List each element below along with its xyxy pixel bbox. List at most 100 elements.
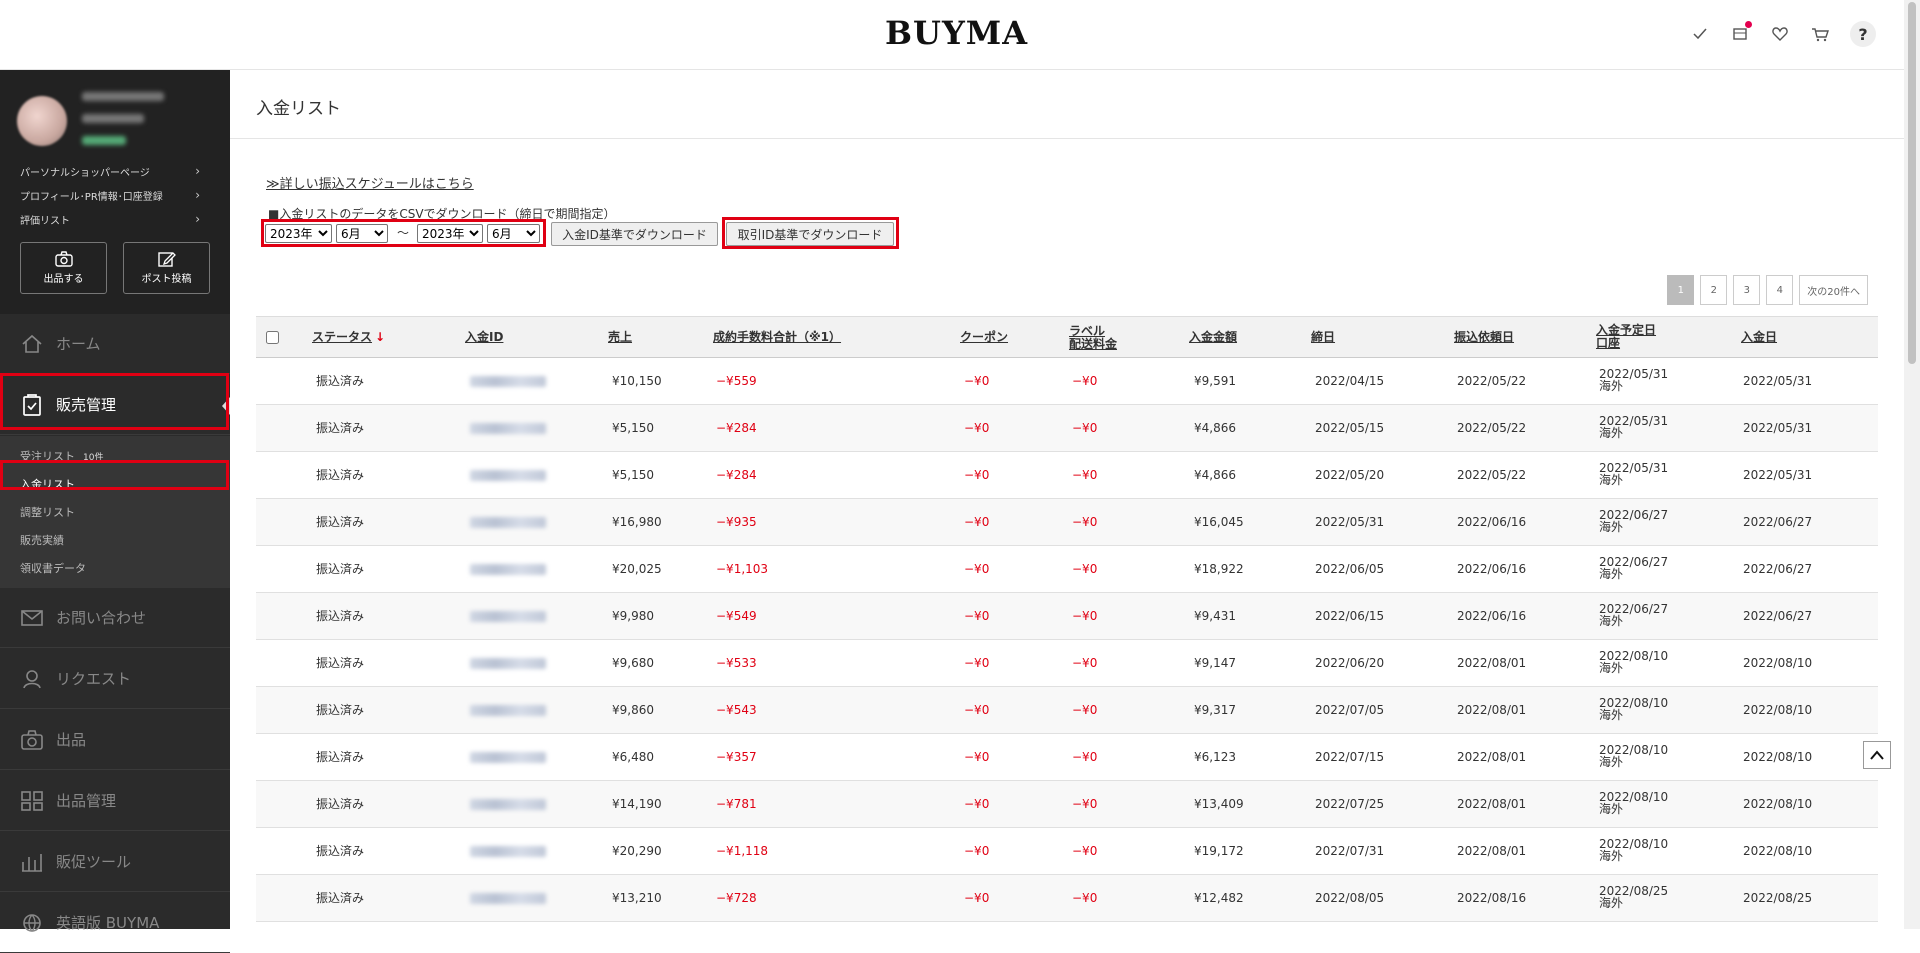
table-row[interactable]: 振込済み ¥13,210 −¥728 −¥0 −¥0 ¥12,482 2022/08/05 2… [256, 875, 1878, 922]
cell-closing-date: 2022/05/31 [1315, 515, 1385, 529]
scroll-to-top-button[interactable] [1863, 741, 1891, 769]
next-page-button[interactable]: 次の20件へ [1799, 275, 1868, 305]
table-row[interactable]: 振込済み ¥20,290 −¥1,118 −¥0 −¥0 ¥19,172 2022/07/3… [256, 828, 1878, 875]
header-amount[interactable]: 入金金額 [1189, 331, 1237, 343]
table-row[interactable]: 振込済み ¥9,860 −¥543 −¥0 −¥0 ¥9,317 2022/07/05 202… [256, 687, 1878, 734]
post-button[interactable]: ポスト投稿 [123, 242, 210, 294]
pagination: 1 2 3 4 次の20件へ [1667, 275, 1868, 305]
highlight-trade-id-button [722, 217, 899, 249]
nav-listing-label: 出品 [56, 731, 87, 749]
cell-deposit-date: 2022/08/10 [1743, 797, 1813, 811]
submenu-adjustments[interactable]: 調整リスト [20, 504, 75, 520]
deposit-id-blurred[interactable] [470, 799, 546, 810]
header-coupon[interactable]: クーポン [960, 331, 1008, 343]
header-closing-date[interactable]: 締日 [1311, 331, 1335, 343]
deposit-id-blurred[interactable] [470, 517, 546, 528]
cell-label-fee: −¥0 [1072, 844, 1098, 858]
page-4[interactable]: 4 [1766, 275, 1794, 305]
cell-coupon: −¥0 [964, 891, 990, 905]
cell-amount: ¥18,922 [1194, 562, 1244, 576]
help-icon[interactable]: ? [1850, 21, 1876, 47]
table-row[interactable]: 振込済み ¥10,150 −¥559 −¥0 −¥0 ¥9,591 2022/04/15 20… [256, 358, 1878, 405]
nav-listing[interactable]: 出品 [0, 710, 230, 770]
check-icon[interactable] [1690, 23, 1710, 45]
page-scrollbar[interactable] [1904, 0, 1920, 929]
cell-fee: −¥284 [716, 421, 757, 435]
cart-icon[interactable] [1810, 23, 1830, 45]
header-scheduled-line1[interactable]: 入金予定日 [1596, 324, 1656, 336]
avatar[interactable] [17, 96, 67, 146]
sidebar-link-reviews[interactable]: 評価リスト › [20, 212, 200, 227]
notification-dot [1745, 21, 1752, 28]
highlight-deposit-list [0, 460, 229, 490]
cell-coupon: −¥0 [964, 656, 990, 670]
page-2[interactable]: 2 [1700, 275, 1728, 305]
table-body: 振込済み ¥10,150 −¥559 −¥0 −¥0 ¥9,591 2022/04/15 20… [256, 358, 1878, 922]
table-row[interactable]: 振込済み ¥9,980 −¥549 −¥0 −¥0 ¥9,431 2022/06/15 202… [256, 593, 1878, 640]
cell-closing-date: 2022/06/05 [1315, 562, 1385, 576]
cell-scheduled: 2022/06/27 海外 [1599, 603, 1668, 627]
nav-home[interactable]: ホーム [0, 314, 230, 374]
table-row[interactable]: 振込済み ¥14,190 −¥781 −¥0 −¥0 ¥13,409 2022/07/25 2… [256, 781, 1878, 828]
deposit-id-blurred[interactable] [470, 705, 546, 716]
chevron-up-icon [1870, 750, 1884, 760]
deposit-id-blurred[interactable] [470, 470, 546, 481]
heart-icon[interactable] [1770, 23, 1790, 45]
cell-sales: ¥5,150 [612, 468, 654, 482]
sidebar-link-profile[interactable]: プロフィール･PR情報･口座登録 › [20, 188, 200, 203]
deposit-id-blurred[interactable] [470, 564, 546, 575]
download-by-deposit-id-button[interactable]: 入金ID基準でダウンロード [551, 222, 718, 246]
submenu-results[interactable]: 販売実績 [20, 532, 64, 548]
cell-label-fee: −¥0 [1072, 609, 1098, 623]
nav-english-buyma[interactable]: 英語版 BUYMA [0, 893, 230, 953]
table-row[interactable]: 振込済み ¥5,150 −¥284 −¥0 −¥0 ¥4,866 2022/05/15 202… [256, 405, 1878, 452]
header-scheduled-line2[interactable]: 口座 [1596, 337, 1620, 349]
page-1[interactable]: 1 [1667, 275, 1695, 305]
table-row[interactable]: 振込済み ¥6,480 −¥357 −¥0 −¥0 ¥6,123 2022/07/15 202… [256, 734, 1878, 781]
deposit-id-blurred[interactable] [470, 752, 546, 763]
deposit-id-blurred[interactable] [470, 893, 546, 904]
cell-sales: ¥14,190 [612, 797, 662, 811]
submenu-receipts[interactable]: 領収書データ [20, 560, 86, 576]
header-label-line1[interactable]: ラベル [1069, 325, 1105, 337]
nav-promo-tools[interactable]: 販促ツール [0, 832, 230, 892]
camera-icon [54, 251, 73, 267]
list-item-button[interactable]: 出品する [20, 242, 107, 294]
table-row[interactable]: 振込済み ¥16,980 −¥935 −¥0 −¥0 ¥16,045 2022/05/31 2… [256, 499, 1878, 546]
nav-home-label: ホーム [56, 335, 101, 353]
cell-deposit-date: 2022/06/27 [1743, 562, 1813, 576]
header-request-date[interactable]: 振込依頼日 [1454, 331, 1514, 343]
header-fee[interactable]: 成約手数料合計（※1） [713, 331, 841, 343]
cell-closing-date: 2022/08/05 [1315, 891, 1385, 905]
table-row[interactable]: 振込済み ¥5,150 −¥284 −¥0 −¥0 ¥4,866 2022/05/20 202… [256, 452, 1878, 499]
table-row[interactable]: 振込済み ¥9,680 −¥533 −¥0 −¥0 ¥9,147 2022/06/20 202… [256, 640, 1878, 687]
table-row[interactable]: 振込済み ¥20,025 −¥1,103 −¥0 −¥0 ¥18,922 2022/06/0… [256, 546, 1878, 593]
header-sales[interactable]: 売上 [608, 331, 632, 343]
cell-closing-date: 2022/07/15 [1315, 750, 1385, 764]
cell-account: 海外 [1599, 473, 1624, 487]
cell-label-fee: −¥0 [1072, 797, 1098, 811]
nav-request[interactable]: リクエスト [0, 649, 230, 709]
deposit-id-blurred[interactable] [470, 658, 546, 669]
globe-icon [20, 911, 44, 935]
buyma-logo[interactable]: BUYMA [885, 14, 1028, 52]
page-3[interactable]: 3 [1733, 275, 1761, 305]
select-all-checkbox[interactable] [266, 331, 279, 344]
deposit-id-blurred[interactable] [470, 611, 546, 622]
cell-deposit-date: 2022/08/10 [1743, 656, 1813, 670]
header-deposit-id[interactable]: 入金ID [465, 331, 503, 343]
header-label-line2[interactable]: 配送料金 [1069, 338, 1117, 350]
cell-request-date: 2022/08/01 [1457, 750, 1527, 764]
schedule-link[interactable]: ≫詳しい振込スケジュールはこちら [266, 173, 474, 192]
nav-contact[interactable]: お問い合わせ [0, 588, 230, 648]
scrollbar-thumb[interactable] [1908, 2, 1916, 364]
notification-icon[interactable] [1730, 21, 1752, 45]
nav-listing-management[interactable]: 出品管理 [0, 771, 230, 831]
sort-down-icon: ↓ [375, 330, 386, 344]
deposit-id-blurred[interactable] [470, 423, 546, 434]
deposit-id-blurred[interactable] [470, 376, 546, 387]
header-deposit-date[interactable]: 入金日 [1741, 331, 1777, 343]
sidebar-link-personal-shopper[interactable]: パーソナルショッパーページ › [20, 164, 200, 179]
deposit-id-blurred[interactable] [470, 846, 546, 857]
header-status[interactable]: ステータス ↓ [312, 331, 385, 343]
